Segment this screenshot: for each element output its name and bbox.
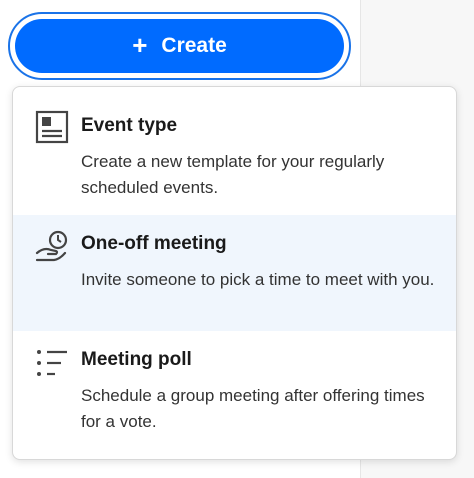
- menu-item-description: Create a new template for your regularly…: [81, 152, 385, 197]
- menu-item-title: One-off meeting: [81, 233, 227, 254]
- menu-item-one-off-meeting[interactable]: One-off meeting Invite someone to pick a…: [13, 215, 456, 331]
- plus-icon: +: [132, 30, 148, 60]
- hand-clock-icon: [34, 229, 70, 265]
- create-button-label: Create: [161, 34, 227, 57]
- template-document-icon: [34, 109, 70, 145]
- menu-item-description: Schedule a group meeting after offering …: [81, 386, 425, 431]
- menu-item-meeting-poll[interactable]: Meeting poll Schedule a group meeting af…: [13, 331, 456, 459]
- create-button-focus-ring: + Create: [8, 12, 351, 80]
- menu-item-event-type[interactable]: Event type Create a new template for you…: [13, 87, 456, 215]
- menu-item-title: Event type: [81, 115, 178, 136]
- create-button[interactable]: + Create: [15, 19, 344, 73]
- menu-item-description: Invite someone to pick a time to meet wi…: [81, 270, 435, 289]
- menu-item-title: Meeting poll: [81, 349, 192, 370]
- list-poll-icon: [34, 345, 70, 381]
- create-dropdown-menu: Event type Create a new template for you…: [12, 86, 457, 460]
